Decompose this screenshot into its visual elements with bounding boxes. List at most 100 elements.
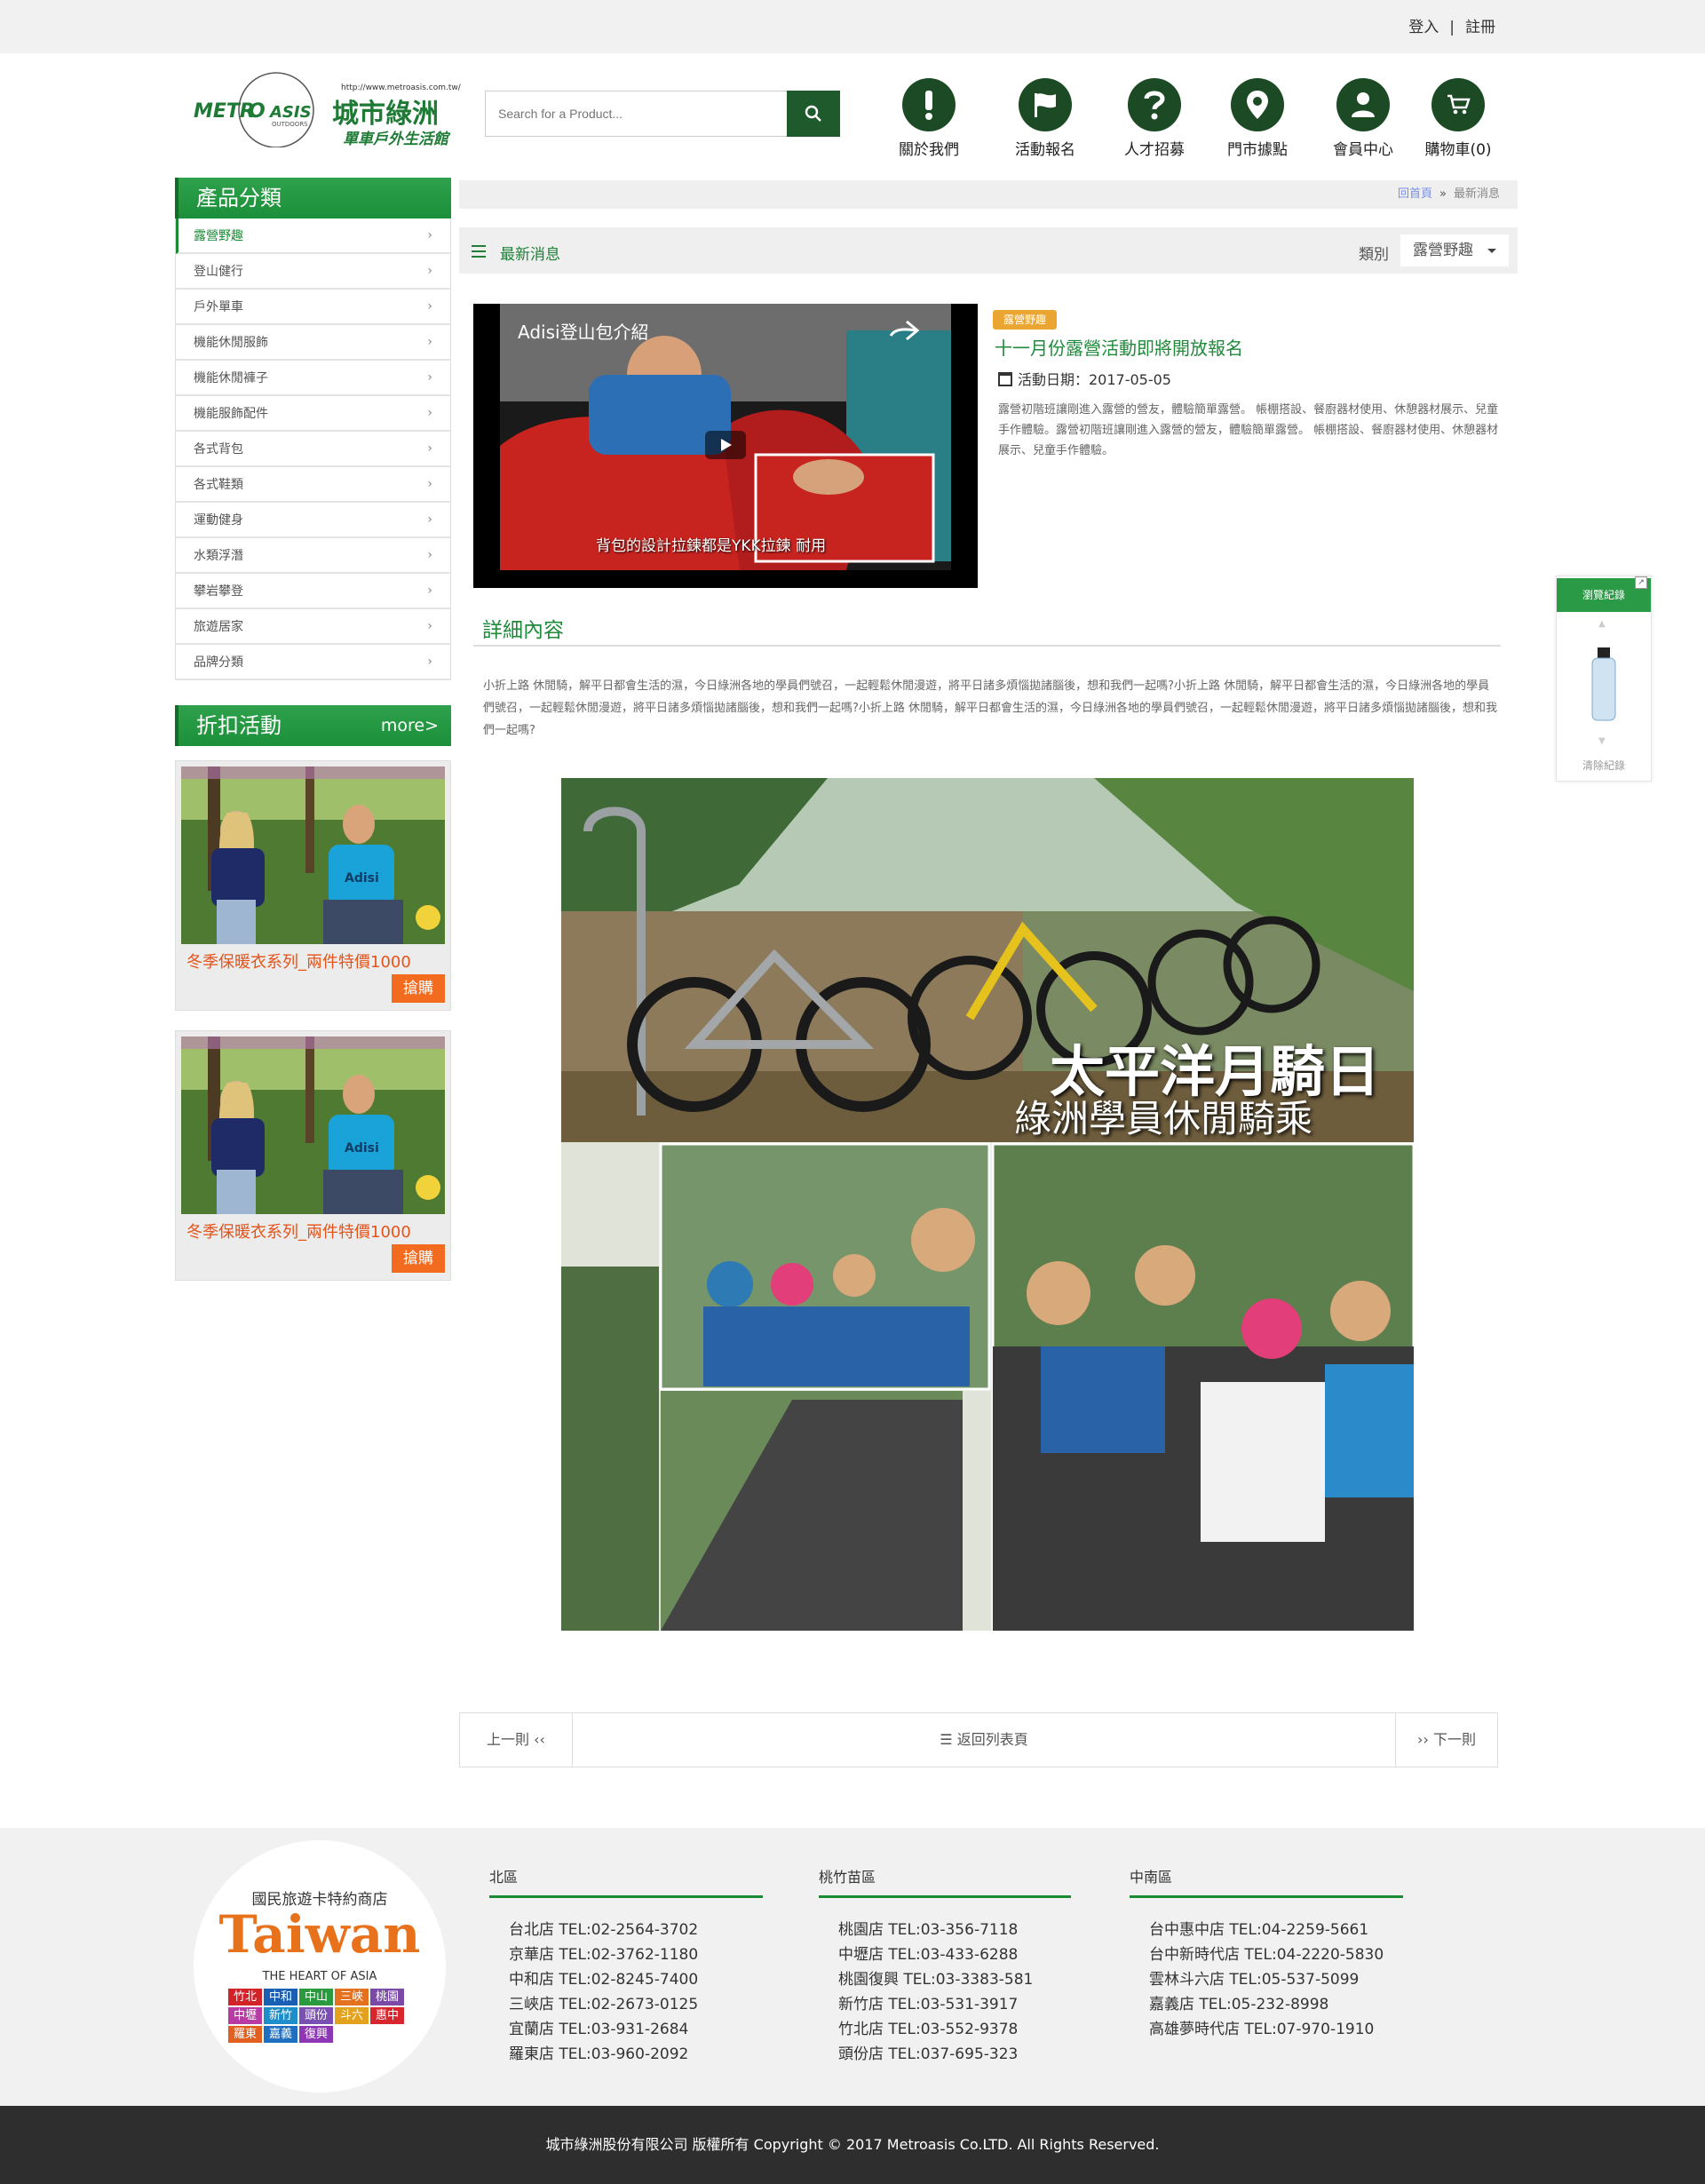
- scroll-up-icon[interactable]: ▲: [1598, 619, 1606, 629]
- city-chip: 斗六: [335, 2007, 369, 2024]
- next-label: 下一則: [1432, 1731, 1476, 1748]
- category-select[interactable]: 露營野趣: [1400, 234, 1509, 266]
- promo-photo[interactable]: Adisi: [181, 766, 445, 944]
- sidebar-category-label: 水類浮潛: [194, 549, 243, 563]
- store-contact-line: 羅東店 TEL:03-960-2092: [509, 2045, 689, 2063]
- nav-stores[interactable]: 門市據點: [1209, 78, 1306, 159]
- promo-title-text[interactable]: 冬季保暖衣系列_兩件特價1000: [186, 1219, 411, 1243]
- photo-subtitle: 綠洲學員休閒騎乘: [1014, 1097, 1313, 1140]
- clear-history-link[interactable]: 清除紀錄: [1557, 758, 1651, 773]
- breadcrumb: 回首頁 » 最新消息: [459, 180, 1518, 209]
- detail-text: 小折上路 休閒騎，解平日都會生活的濕，今日綠洲各地的學員們號召，一起輕鬆休閒漫遊…: [483, 679, 1498, 737]
- question-icon: [1144, 91, 1165, 120]
- chevron-right-icon: ›: [427, 619, 432, 633]
- promo-photo[interactable]: Adisi: [181, 1036, 445, 1214]
- sidebar-category-label: 各式背包: [194, 442, 243, 457]
- store-contact-line: 台中惠中店 TEL:04-2259-5661: [1149, 1921, 1369, 1939]
- location-pin-icon: [1247, 91, 1268, 119]
- event-photo: 太平洋月騎日 綠洲學員休閒騎乘: [561, 778, 1414, 1631]
- history-title: 瀏覽紀錄: [1582, 589, 1625, 601]
- nav-cart[interactable]: 購物車(0): [1409, 78, 1507, 159]
- store-contact-line: 桃園復興 TEL:03-3383-581: [838, 1971, 1034, 1989]
- nav-cart-label: 購物車(0): [1424, 141, 1492, 159]
- promo-header: 折扣活動 more>: [175, 705, 451, 746]
- auth-divider: |: [1449, 19, 1455, 36]
- promo-title-text[interactable]: 冬季保暖衣系列_兩件特價1000: [186, 949, 411, 973]
- detail-heading: 詳細內容: [482, 619, 564, 642]
- video-player[interactable]: Adisi登山包介紹 背包的設計拉鍊都是YKK拉鍊 耐用: [473, 304, 978, 588]
- history-product-thumbnail[interactable]: [1583, 646, 1624, 726]
- promo-card[interactable]: Adisi 冬季保暖衣系列_兩件特價1000 搶購: [175, 1030, 451, 1281]
- svg-text:Adisi: Adisi: [345, 871, 379, 886]
- sidebar-category-item[interactable]: 機能休閒褲子 ›: [176, 361, 450, 396]
- sidebar-category-label: 品牌分類: [194, 655, 243, 670]
- sidebar-category-item[interactable]: 戶外單車 ›: [176, 290, 450, 325]
- sidebar-category-label: 旅遊居家: [194, 620, 243, 634]
- sidebar-category-item[interactable]: 登山健行 ›: [176, 254, 450, 290]
- category-label: 類別: [1359, 246, 1389, 264]
- sidebar-category-item[interactable]: 旅遊居家 ›: [176, 609, 450, 645]
- chevron-right-icon: ›: [427, 548, 432, 562]
- chevron-right-icon: ›: [427, 264, 432, 278]
- sidebar-category-item[interactable]: 機能休閒服飾 ›: [176, 325, 450, 361]
- logo-tagline: 單車戶外生活館: [343, 131, 448, 148]
- breadcrumb-current: 最新消息: [1453, 187, 1500, 201]
- popout-icon[interactable]: ↗: [1635, 576, 1647, 589]
- prev-link[interactable]: 上一則 ‹‹: [460, 1713, 573, 1767]
- footer-column-title: 中南區: [1130, 1865, 1403, 1898]
- store-contact-line: 頭份店 TEL:037-695-323: [838, 2045, 1019, 2063]
- login-link[interactable]: 登入: [1408, 19, 1439, 36]
- list-icon: ☰: [940, 1731, 953, 1748]
- sidebar-category-item[interactable]: 攀岩攀登 ›: [176, 574, 450, 609]
- city-chip: 復興: [299, 2026, 333, 2043]
- video-caption: 背包的設計拉鍊都是YKK拉鍊 耐用: [596, 537, 827, 555]
- promo-buy-button[interactable]: 搶購: [392, 974, 445, 1003]
- sidebar-category-item[interactable]: 水類浮潛 ›: [176, 538, 450, 574]
- sidebar-category-item[interactable]: 機能服飾配件 ›: [176, 396, 450, 432]
- store-contact-line: 中壢店 TEL:03-433-6288: [838, 1946, 1019, 1964]
- sidebar-title: 產品分類: [175, 178, 451, 218]
- search-input[interactable]: [486, 91, 788, 136]
- search-button[interactable]: [787, 91, 840, 137]
- sidebar-category-label: 各式鞋類: [194, 478, 243, 492]
- nav-events[interactable]: 活動報名: [996, 78, 1094, 159]
- breadcrumb-home[interactable]: 回首頁: [1398, 187, 1432, 201]
- footer-column-taozhumiao: 桃竹苗區 桃園店 TEL:03-356-7118 中壢店 TEL:03-433-6…: [819, 1865, 1071, 2067]
- promo-more-link[interactable]: more>: [381, 705, 439, 746]
- back-to-list-link[interactable]: ☰ 返回列表頁: [573, 1713, 1395, 1767]
- event-title: 十一月份露營活動即將開放報名: [995, 338, 1243, 359]
- category-list: 露營野趣 › 登山健行 › 戶外單車 › 機能休閒服飾 › 機能休閒褲子 › 機能服飾配件 › 各式背包…: [175, 218, 451, 680]
- sidebar-category-item[interactable]: 品牌分類 ›: [176, 645, 450, 680]
- site-logo[interactable]: METR O ASIS 城市綠洲 http://www.metroasis.co…: [190, 68, 465, 148]
- sidebar-category-item[interactable]: 各式鞋類 ›: [176, 467, 450, 503]
- sidebar-category-item[interactable]: 露營野趣 ›: [176, 218, 450, 254]
- scroll-down-icon[interactable]: ▼: [1598, 736, 1606, 746]
- nav-stores-label: 門市據點: [1227, 141, 1288, 159]
- register-link[interactable]: 註冊: [1465, 19, 1495, 36]
- news-header-bar: 最新消息 類別 露營野趣: [459, 227, 1518, 274]
- store-contact-line: 嘉義店 TEL:05-232-8998: [1149, 1996, 1329, 2013]
- sidebar-category-item[interactable]: 運動健身 ›: [176, 503, 450, 538]
- footer-column-title: 桃竹苗區: [819, 1865, 1071, 1898]
- promo-buy-button[interactable]: 搶購: [392, 1244, 445, 1273]
- city-chip: 中山: [299, 1989, 333, 2005]
- svg-text:O: O: [249, 100, 266, 123]
- badge-sub-text: THE HEART OF ASIA: [262, 1970, 377, 1983]
- footer-column-title: 北區: [489, 1865, 763, 1898]
- store-contact-line: 竹北店 TEL:03-552-9378: [838, 2021, 1019, 2038]
- store-contact-line: 高雄夢時代店 TEL:07-970-1910: [1149, 2021, 1375, 2038]
- auth-links: 登入 | 註冊: [1403, 14, 1501, 36]
- play-icon[interactable]: [705, 431, 746, 459]
- nav-about[interactable]: 關於我們: [880, 78, 978, 159]
- promo-card[interactable]: Adisi 冬季保暖衣系列_兩件特價1000 搶購: [175, 760, 451, 1011]
- copyright: 城市綠洲股份有限公司 版權所有 Copyright © 2017 Metroas…: [0, 2106, 1705, 2184]
- nav-member[interactable]: 會員中心: [1314, 78, 1412, 159]
- video-title: Adisi登山包介紹: [518, 322, 649, 343]
- nav-jobs[interactable]: 人才招募: [1106, 78, 1203, 159]
- logo-outdoors: OUTDOORS: [272, 121, 308, 128]
- sidebar-category-label: 登山健行: [194, 265, 243, 279]
- sidebar-category-item[interactable]: 各式背包 ›: [176, 432, 450, 467]
- next-link[interactable]: ›› 下一則: [1395, 1713, 1497, 1767]
- svg-text:ASIS: ASIS: [268, 103, 312, 122]
- pager: 上一則 ‹‹ ☰ 返回列表頁 ›› 下一則: [459, 1712, 1498, 1767]
